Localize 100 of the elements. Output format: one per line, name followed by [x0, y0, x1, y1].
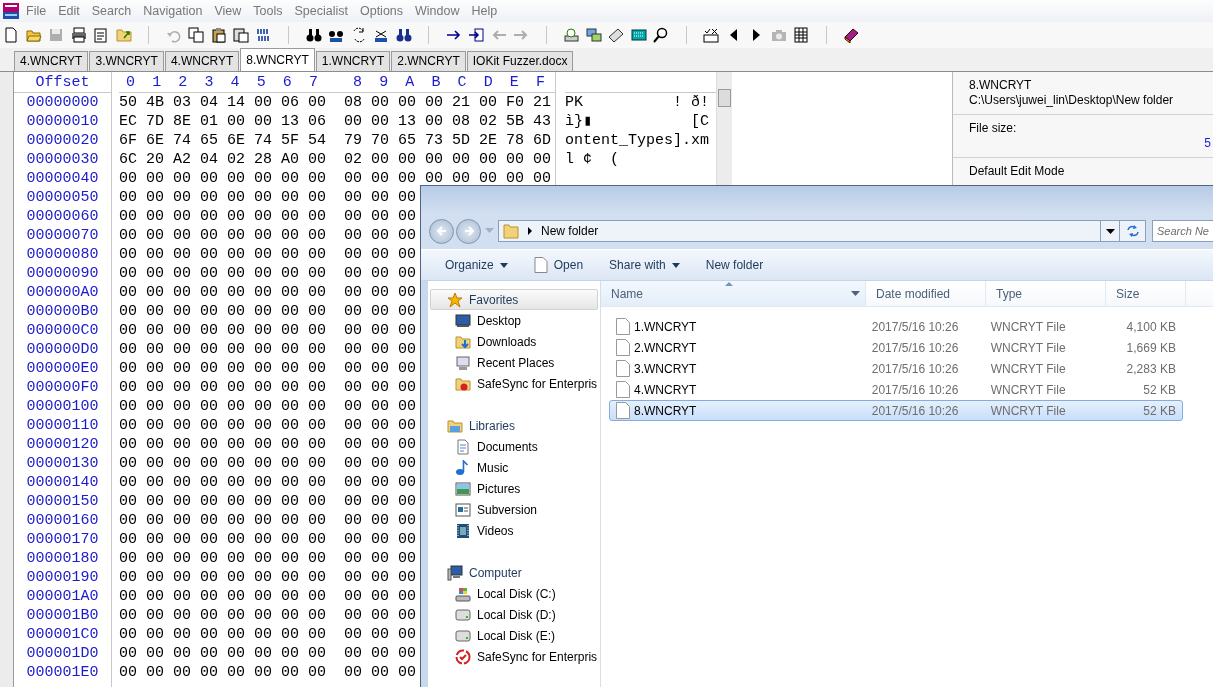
calculator-icon[interactable] — [630, 27, 647, 43]
forward-button[interactable] — [456, 218, 481, 244]
hex-bytes: 00 00 00 — [344, 340, 416, 359]
file-name: 1.WNCRYT — [634, 319, 697, 334]
nav-item[interactable]: Desktop — [428, 310, 600, 331]
nav-item[interactable]: Music — [428, 457, 600, 478]
column-header[interactable]: Type — [986, 281, 1106, 306]
file-tab[interactable]: 4.WNCRYT — [14, 51, 89, 71]
file-row[interactable]: 8.WNCRYT 2017/5/16 10:26 WNCRYT File 52 KB — [609, 400, 1183, 421]
hex-bytes: 6F 6E 74 65 6E 74 5F 54 — [119, 131, 326, 150]
column-header: A — [404, 73, 416, 92]
nav-group[interactable]: Computer — [430, 562, 598, 583]
nav-group[interactable]: Favorites — [430, 289, 598, 310]
offset-cell: 00000140 — [26, 474, 99, 491]
offset-cell: 000000C0 — [26, 322, 99, 339]
offset-cell: 00000100 — [26, 398, 99, 415]
file-tab[interactable]: IOKit Fuzzer.docx — [466, 51, 574, 71]
file-tab[interactable]: 1.WNCRYT — [315, 51, 391, 71]
search-icon[interactable] — [653, 27, 669, 43]
file-row[interactable]: 2.WNCRYT 2017/5/16 10:26 WNCRYT File 1,669 KB — [609, 337, 1183, 358]
offset-cell: 00000120 — [26, 436, 99, 453]
offset-cell: 000000D0 — [26, 341, 99, 358]
paste-icon[interactable] — [210, 27, 227, 43]
hex-bytes: 00 00 00 00 00 00 00 00 — [119, 169, 326, 188]
search-field[interactable]: Search Ne — [1152, 220, 1213, 242]
nav-item[interactable]: Documents — [428, 436, 600, 457]
nav-item[interactable]: Pictures — [428, 478, 600, 499]
column-header: C — [456, 73, 468, 92]
file-tab[interactable]: 3.WNCRYT — [89, 51, 164, 71]
sort-arrow-icon — [725, 282, 734, 286]
book-icon[interactable] — [843, 27, 859, 43]
file-tab[interactable]: 8.WNCRYT — [240, 48, 315, 71]
refresh-button[interactable] — [1120, 220, 1146, 242]
nav-item[interactable]: Downloads — [428, 331, 600, 352]
nav-item[interactable]: Local Disk (C:) — [428, 583, 600, 604]
file-icon — [616, 402, 630, 419]
hex-bytes: 50 4B 03 04 14 00 06 00 — [119, 93, 326, 112]
hex-bytes: 00 00 00 00 00 00 00 00 — [119, 321, 326, 340]
column-header: 3 — [203, 73, 215, 92]
file-tab[interactable]: 2.WNCRYT — [391, 51, 466, 71]
offset-cell: 00000020 — [26, 132, 99, 149]
nav-item[interactable]: Recent Places — [428, 352, 600, 373]
folder-arrow-icon[interactable] — [115, 27, 132, 43]
back-button[interactable] — [429, 218, 454, 244]
hex-bytes: 00 00 00 00 00 00 00 00 — [119, 245, 326, 264]
command-button[interactable]: Open — [523, 254, 594, 276]
nav-item[interactable]: Local Disk (D:) — [428, 604, 600, 625]
hex-bytes: 00 00 00 00 00 00 00 00 — [119, 511, 326, 530]
offset-cell: 000000E0 — [26, 360, 99, 377]
hex-bytes: 00 00 00 00 00 00 00 00 — [119, 283, 326, 302]
copy-icon[interactable] — [188, 27, 204, 43]
clipboard-icon[interactable] — [233, 27, 249, 43]
nav-item[interactable]: Subversion — [428, 499, 600, 520]
hex-bytes: 00 00 00 00 00 00 00 00 — [119, 416, 326, 435]
offset-cell: 000000B0 — [26, 303, 99, 320]
nav-item[interactable]: SafeSync for Enterpris — [428, 373, 600, 394]
offset-cell: 00000110 — [26, 417, 99, 434]
date-cell: 2017/5/16 10:26 — [871, 340, 959, 355]
binary-icon[interactable] — [255, 27, 272, 43]
file-row[interactable]: 3.WNCRYT 2017/5/16 10:26 WNCRYT File 2,283 KB — [609, 358, 1183, 379]
open-folder-icon[interactable] — [25, 27, 42, 43]
goto-icon[interactable] — [468, 27, 484, 43]
print-icon[interactable] — [70, 27, 87, 43]
caret-icon — [499, 262, 508, 268]
text-cell: ì}▮ [C — [565, 113, 710, 130]
windows-icon[interactable] — [585, 27, 602, 43]
hex-bytes: 00 00 00 00 00 00 00 00 — [119, 207, 326, 226]
offset-cell: 00000090 — [26, 265, 99, 282]
hex-bytes: 00 00 00 00 00 00 00 00 — [119, 473, 326, 492]
monitor-icon — [455, 312, 471, 329]
text-cell: ontent_Types].xm — [565, 132, 710, 149]
column-header[interactable]: Size — [1106, 281, 1186, 306]
file-tab[interactable]: 4.WNCRYT — [164, 51, 240, 71]
nav-item[interactable]: Local Disk (E:) — [428, 625, 600, 646]
properties-icon[interactable] — [93, 27, 109, 43]
column-header[interactable]: Date modified — [866, 281, 986, 306]
offset-cell: 00000040 — [26, 170, 99, 187]
disk-icon[interactable] — [563, 27, 579, 43]
scrollbar[interactable] — [716, 72, 732, 185]
new-file-icon[interactable] — [3, 27, 19, 43]
hex-bytes: 00 00 13 00 08 02 5B 43 — [344, 112, 552, 131]
address-dropdown-button[interactable] — [1100, 220, 1120, 242]
command-button[interactable]: New folder — [695, 255, 774, 275]
checklist-icon[interactable] — [703, 27, 719, 43]
file-icon — [616, 381, 630, 398]
nav-group[interactable]: Libraries — [430, 415, 598, 436]
screen-icon — [455, 354, 471, 371]
column-header[interactable]: Name — [601, 281, 866, 306]
nav-item[interactable]: Videos — [428, 520, 600, 541]
file-row[interactable]: 4.WNCRYT 2017/5/16 10:26 WNCRYT File 52 KB — [609, 379, 1183, 400]
nav-item[interactable]: SafeSync for Enterpris — [428, 646, 600, 667]
hex-bytes: 00 00 00 00 00 00 00 00 — [119, 644, 326, 663]
offset-cell: 000001B0 — [26, 607, 99, 624]
file-row[interactable]: 1.WNCRYT 2017/5/16 10:26 WNCRYT File 4,100 KB — [609, 316, 1183, 337]
table-icon[interactable] — [793, 27, 809, 43]
command-button[interactable]: Organize — [435, 255, 518, 275]
address-field[interactable]: New folder — [498, 220, 1100, 242]
refresh-icon — [1125, 225, 1140, 237]
hex-bytes: 00 00 00 — [344, 568, 416, 587]
command-button[interactable]: Share with — [599, 255, 690, 275]
